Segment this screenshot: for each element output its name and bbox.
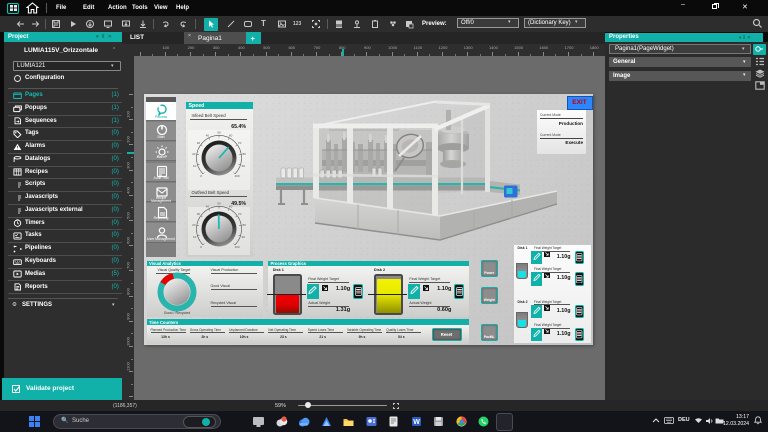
svg-text:90: 90 <box>241 164 245 168</box>
svg-text:80: 80 <box>242 223 246 227</box>
svg-text:90: 90 <box>241 235 245 239</box>
svg-text:0: 0 <box>200 174 202 178</box>
svg-text:50: 50 <box>217 131 221 135</box>
svg-text:30: 30 <box>196 212 200 216</box>
svg-text:70: 70 <box>238 212 242 216</box>
svg-text:W: W <box>413 419 420 426</box>
svg-text:60: 60 <box>228 134 232 138</box>
svg-text:60: 60 <box>229 204 233 208</box>
svg-text:10: 10 <box>193 164 197 168</box>
svg-text:80: 80 <box>242 152 246 156</box>
svg-text:40: 40 <box>205 204 209 208</box>
svg-text:0: 0 <box>200 245 202 249</box>
svg-text:100: 100 <box>234 174 239 178</box>
svg-text:10: 10 <box>193 235 197 239</box>
svg-text:50: 50 <box>217 201 221 205</box>
svg-text:20: 20 <box>192 223 196 227</box>
svg-text:20: 20 <box>192 152 196 156</box>
svg-text:100: 100 <box>234 245 239 249</box>
svg-text:70: 70 <box>237 141 241 145</box>
svg-text:30: 30 <box>196 141 200 145</box>
svg-text:40: 40 <box>205 134 209 138</box>
